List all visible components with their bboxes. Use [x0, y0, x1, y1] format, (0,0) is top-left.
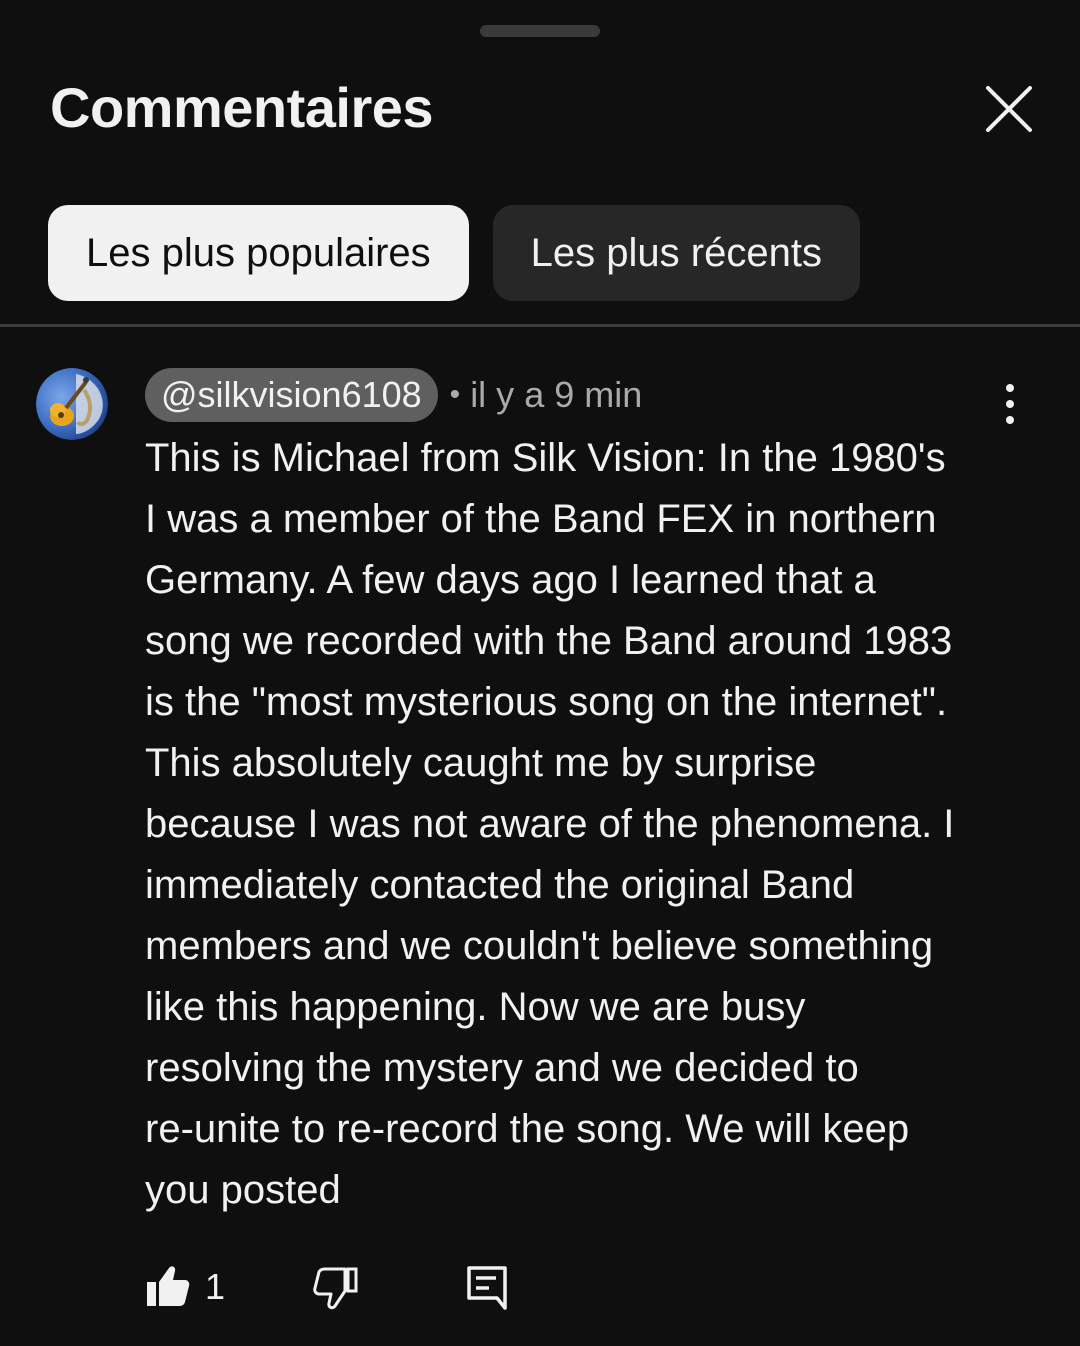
comment-text: This is Michael from Silk Vision: In the… [145, 436, 955, 1212]
reply-button[interactable] [465, 1264, 511, 1312]
panel-title: Commentaires [50, 76, 434, 139]
author-handle[interactable]: @silkvision6108 [145, 368, 438, 422]
sort-chips: Les plus populaires Les plus récents [48, 205, 860, 301]
like-button[interactable] [145, 1262, 191, 1308]
comment-header: @silkvision6108 • il y a 9 min [145, 368, 642, 422]
thumbs-down-icon [313, 1267, 358, 1310]
guitar-saxophone-avatar [36, 368, 108, 440]
meta-separator: • [449, 378, 461, 411]
like-count: 1 [205, 1266, 226, 1307]
divider [0, 324, 1080, 327]
dislike-button[interactable] [313, 1266, 359, 1312]
more-vert-icon [1006, 384, 1014, 424]
thumbs-up-filled-icon [147, 1266, 190, 1306]
comment-actions: 1 [145, 1262, 545, 1318]
more-options-button[interactable] [990, 380, 1030, 428]
drag-handle[interactable] [480, 25, 600, 37]
close-icon [986, 86, 1032, 132]
close-button[interactable] [978, 78, 1040, 140]
chip-most-recent[interactable]: Les plus récents [492, 205, 860, 301]
chip-most-popular[interactable]: Les plus populaires [48, 205, 469, 301]
reply-comment-icon [467, 1266, 507, 1310]
avatar[interactable] [36, 368, 108, 440]
comment-timestamp: il y a 9 min [470, 374, 643, 415]
